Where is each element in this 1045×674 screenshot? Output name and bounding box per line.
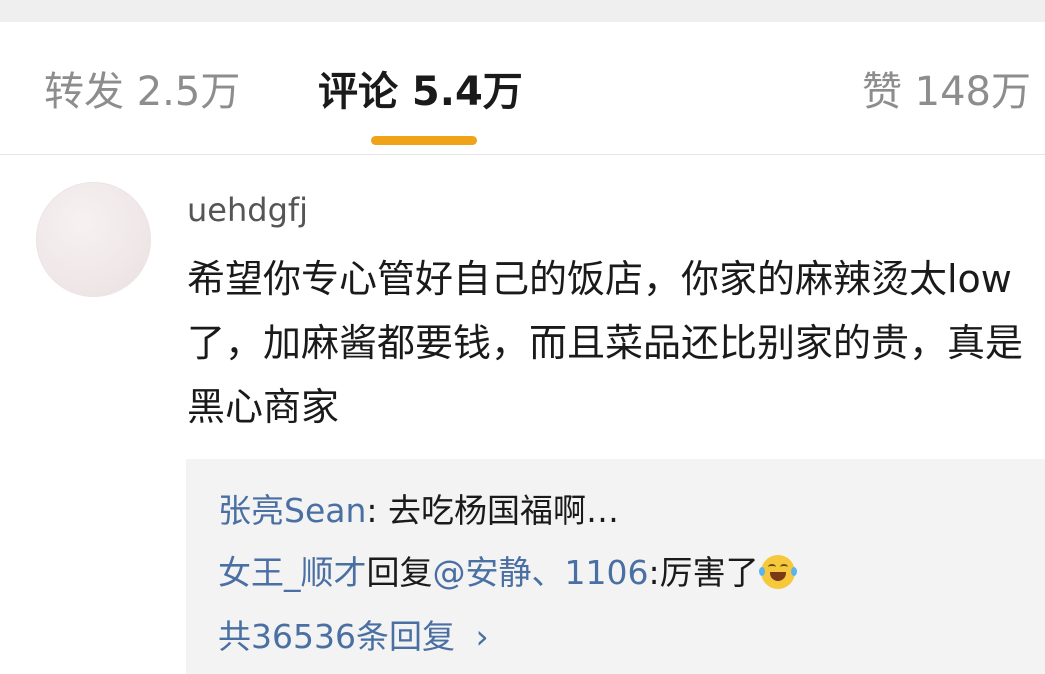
reply-item: 张亮Sean: 去吃杨国福啊… bbox=[218, 487, 619, 535]
tab-comments[interactable]: 评论 5.4万 bbox=[318, 66, 523, 118]
avatar[interactable] bbox=[36, 182, 151, 297]
reply-separator: : bbox=[366, 491, 388, 530]
reply-action: 回复 bbox=[366, 553, 433, 592]
reply-mention[interactable]: @安静、1106 bbox=[433, 553, 649, 592]
view-all-replies-link[interactable]: 共36536条回复 › bbox=[218, 613, 489, 661]
comment-text: 希望你专心管好自己的饭店，你家的麻辣烫太low了，加麻酱都要钱，而且菜品还比别家… bbox=[187, 257, 1024, 429]
replies-preview[interactable]: 张亮Sean: 去吃杨国福啊… 女王_顺才回复@安静、1106:厉害了 共365… bbox=[186, 459, 1045, 674]
active-tab-indicator bbox=[371, 136, 477, 145]
tab-likes[interactable]: 赞 148万 bbox=[862, 66, 1031, 118]
reply-author[interactable]: 张亮Sean bbox=[218, 491, 366, 530]
tab-bar: 转发 2.5万 评论 5.4万 赞 148万 bbox=[0, 22, 1045, 155]
view-all-replies-label: 共36536条回复 bbox=[218, 617, 455, 656]
chevron-right-icon: › bbox=[475, 617, 489, 656]
laughing-crying-emoji-icon bbox=[758, 555, 797, 589]
reply-text: 去吃杨国福啊… bbox=[388, 491, 619, 530]
comment-username[interactable]: uehdgfj bbox=[187, 188, 308, 232]
status-bar-strip bbox=[0, 0, 1045, 22]
reply-author[interactable]: 女王_顺才 bbox=[218, 553, 367, 592]
reply-text: :厉害了 bbox=[648, 553, 759, 592]
tab-repost[interactable]: 转发 2.5万 bbox=[44, 66, 240, 118]
reply-item: 女王_顺才回复@安静、1106:厉害了 bbox=[218, 549, 797, 597]
